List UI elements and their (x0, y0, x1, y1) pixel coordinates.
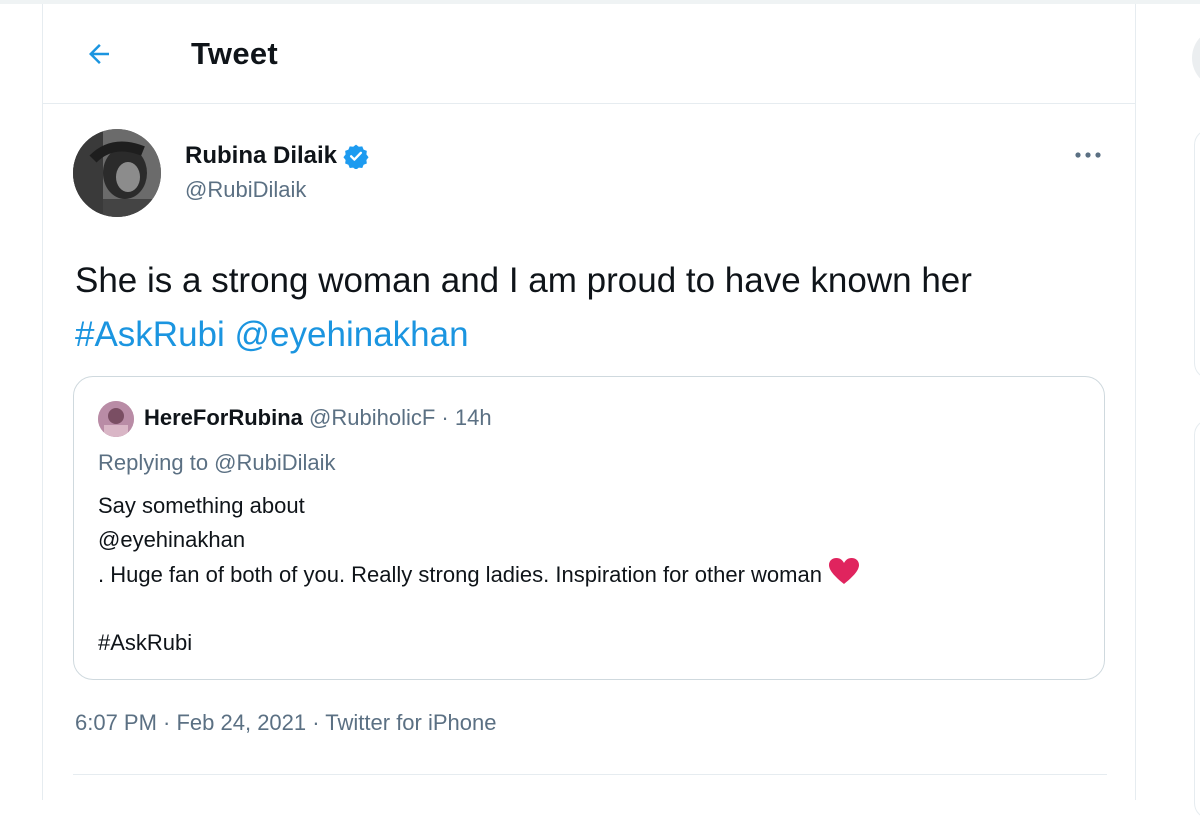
tweet-text-plain: She is a strong woman and I am proud to … (75, 261, 972, 300)
tweet-timestamp[interactable]: 6:07 PM · Feb 24, 2021 · Twitter for iPh… (75, 710, 496, 736)
hashtag-link[interactable]: #AskRubi (75, 315, 225, 354)
more-options-button[interactable] (1065, 137, 1111, 173)
right-sidebar (1136, 4, 1200, 819)
search-field[interactable] (1192, 28, 1200, 88)
quoted-author-name[interactable]: HereForRubina (144, 405, 303, 430)
page-header: Tweet (43, 4, 1135, 104)
quoted-body-text: Say something about @eyehinakhan . Huge … (98, 493, 822, 587)
sidebar-panel (1194, 419, 1200, 819)
author-name[interactable]: Rubina Dilaik (185, 142, 369, 170)
replying-to: Replying to @RubiDilaik (98, 450, 336, 475)
divider (73, 774, 1107, 775)
arrow-left-icon (89, 44, 109, 64)
avatar-image (73, 129, 161, 217)
more-dots-icon (1075, 152, 1101, 158)
quoted-body: Say something about @eyehinakhan . Huge … (98, 489, 1088, 660)
author-handle[interactable]: @RubiDilaik (185, 177, 306, 203)
quoted-avatar (98, 401, 134, 437)
quoted-header: HereForRubina @RubiholicF · 14h (144, 405, 492, 431)
sidebar-panel (1194, 129, 1200, 379)
main-column: Tweet Rubina Dilaik @RubiDilaik She is a… (42, 4, 1136, 800)
quoted-hashtag: #AskRubi (98, 630, 193, 655)
avatar[interactable] (73, 129, 161, 217)
quoted-meta: @RubiholicF · 14h (309, 405, 492, 430)
mention-link[interactable]: @eyehinakhan (235, 315, 469, 354)
verified-badge-icon (343, 144, 369, 169)
quoted-avatar-image (98, 401, 134, 437)
author-name-text: Rubina Dilaik (185, 142, 338, 169)
heart-emoji-icon (828, 558, 859, 584)
back-button[interactable] (79, 34, 119, 74)
tweet-text: She is a strong woman and I am proud to … (75, 254, 1105, 362)
page-title: Tweet (191, 36, 279, 71)
quoted-tweet[interactable]: HereForRubina @RubiholicF · 14h Replying… (73, 376, 1105, 680)
